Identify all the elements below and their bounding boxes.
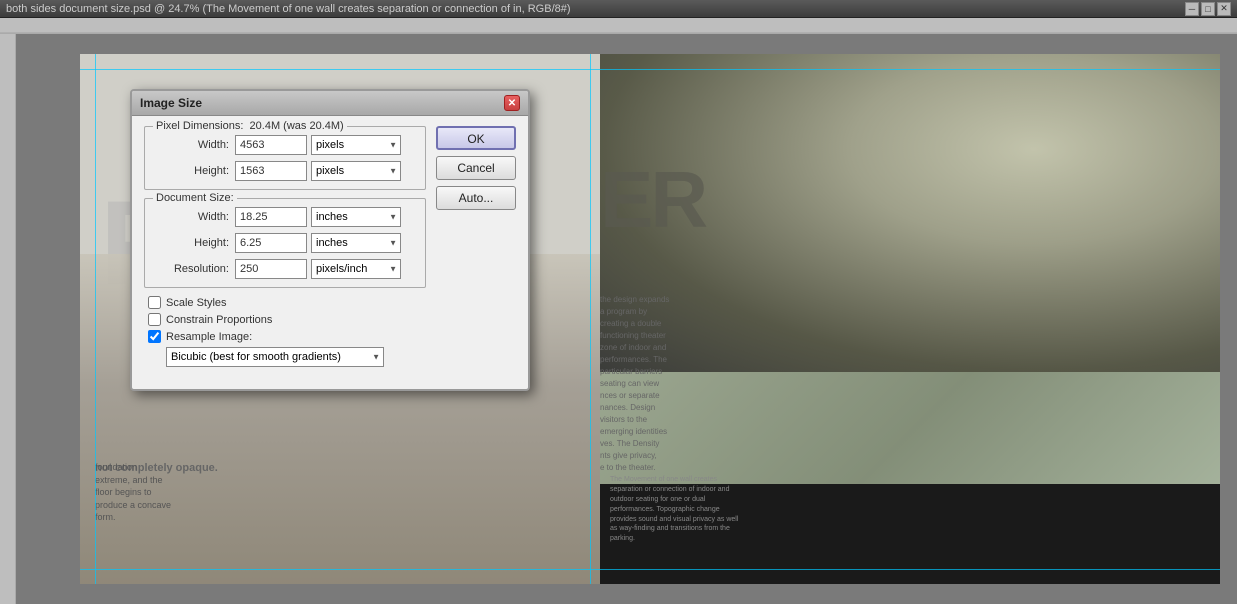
guide-v-2 (590, 54, 591, 584)
pixel-width-label: Width: (155, 139, 235, 151)
resolution-unit-select[interactable]: pixels/inch pixels/cm (311, 259, 401, 279)
document-size-label: Document Size: (153, 192, 237, 204)
pixel-width-unit-wrapper: pixels percent (311, 135, 401, 155)
ruler-top: // handled inline below (0, 18, 1237, 34)
pixel-width-unit-select[interactable]: pixels percent (311, 135, 401, 155)
scale-styles-row: Scale Styles (144, 296, 426, 309)
resolution-label: Resolution: (155, 263, 235, 275)
dialog-titlebar: Image Size ✕ (132, 91, 528, 116)
left-panel-text: foundation extreme, and the floor begins… (95, 461, 515, 524)
guide-h-1 (80, 69, 1220, 70)
right-small-text: the design expands a program by creating… (600, 294, 820, 474)
minimize-button[interactable]: ─ (1185, 2, 1199, 16)
pixel-height-label: Height: (155, 165, 235, 177)
ruler-top-svg: // handled inline below (0, 18, 1237, 34)
doc-width-unit-wrapper: inches cm mm points picas (311, 207, 401, 227)
scale-styles-label: Scale Styles (166, 297, 227, 309)
pixel-dimensions-label: Pixel Dimensions: 20.4M (was 20.4M) (153, 120, 347, 132)
doc-height-row: Height: inches cm mm points picas (155, 233, 415, 253)
resample-checkbox[interactable] (148, 330, 161, 343)
doc-width-unit-select[interactable]: inches cm mm points picas (311, 207, 401, 227)
doc-height-input[interactable] (235, 233, 307, 253)
constrain-proportions-label: Constrain Proportions (166, 314, 272, 326)
image-size-dialog: Image Size ✕ Pixel Dimensions: 20.4M (wa… (130, 89, 530, 391)
constrain-proportions-checkbox[interactable] (148, 313, 161, 326)
doc-width-label: Width: (155, 211, 235, 223)
pixel-height-input[interactable] (235, 161, 307, 181)
resample-label: Resample Image: (166, 331, 252, 343)
pixel-height-unit-wrapper: pixels percent (311, 161, 401, 181)
guide-v-1 (95, 54, 96, 584)
er-text: ER (600, 154, 705, 246)
pixel-width-row: Width: pixels percent (155, 135, 415, 155)
pixel-height-unit-select[interactable]: pixels percent (311, 161, 401, 181)
doc-height-label: Height: (155, 237, 235, 249)
dialog-title: Image Size (140, 96, 202, 110)
document-size-group: Document Size: Width: inches cm mm point… (144, 198, 426, 288)
dialog-buttons: OK Cancel Auto... (436, 126, 516, 367)
resolution-unit-wrapper: pixels/inch pixels/cm (311, 259, 401, 279)
cancel-button[interactable]: Cancel (436, 156, 516, 180)
pixel-width-input[interactable] (235, 135, 307, 155)
canvas-area: P not completely opaque. foundation extr… (0, 34, 1237, 604)
window-title: both sides document size.psd @ 24.7% (Th… (6, 3, 1183, 15)
resolution-row: Resolution: pixels/inch pixels/cm (155, 259, 415, 279)
resample-row: Resample Image: (144, 330, 426, 343)
pixel-dimensions-value: 20.4M (was 20.4M) (250, 120, 344, 132)
dialog-form: Pixel Dimensions: 20.4M (was 20.4M) Widt… (144, 126, 426, 367)
title-bar: both sides document size.psd @ 24.7% (Th… (0, 0, 1237, 18)
pixel-height-row: Height: pixels percent (155, 161, 415, 181)
resolution-input[interactable] (235, 259, 307, 279)
ruler-left (0, 34, 16, 604)
resample-method-row: Bicubic (best for smooth gradients) Near… (144, 347, 426, 367)
dialog-body: Pixel Dimensions: 20.4M (was 20.4M) Widt… (132, 116, 528, 377)
doc-height-unit-select[interactable]: inches cm mm points picas (311, 233, 401, 253)
diagram-text: The Movement of one wall creates separat… (610, 475, 810, 544)
scale-styles-checkbox[interactable] (148, 296, 161, 309)
doc-width-row: Width: inches cm mm points picas (155, 207, 415, 227)
maximize-button[interactable]: □ (1201, 2, 1215, 16)
doc-right-panel: ER the design expands a program by creat… (600, 54, 1220, 584)
close-button[interactable]: ✕ (1217, 2, 1231, 16)
resample-method-select[interactable]: Bicubic (best for smooth gradients) Near… (166, 347, 384, 367)
doc-height-unit-wrapper: inches cm mm points picas (311, 233, 401, 253)
doc-width-input[interactable] (235, 207, 307, 227)
pixel-dimensions-group: Pixel Dimensions: 20.4M (was 20.4M) Widt… (144, 126, 426, 190)
guide-h-2 (80, 569, 1220, 570)
ok-button[interactable]: OK (436, 126, 516, 150)
constrain-proportions-row: Constrain Proportions (144, 313, 426, 326)
resample-method-wrapper: Bicubic (best for smooth gradients) Near… (166, 347, 384, 367)
dialog-close-button[interactable]: ✕ (504, 95, 520, 111)
auto-button[interactable]: Auto... (436, 186, 516, 210)
